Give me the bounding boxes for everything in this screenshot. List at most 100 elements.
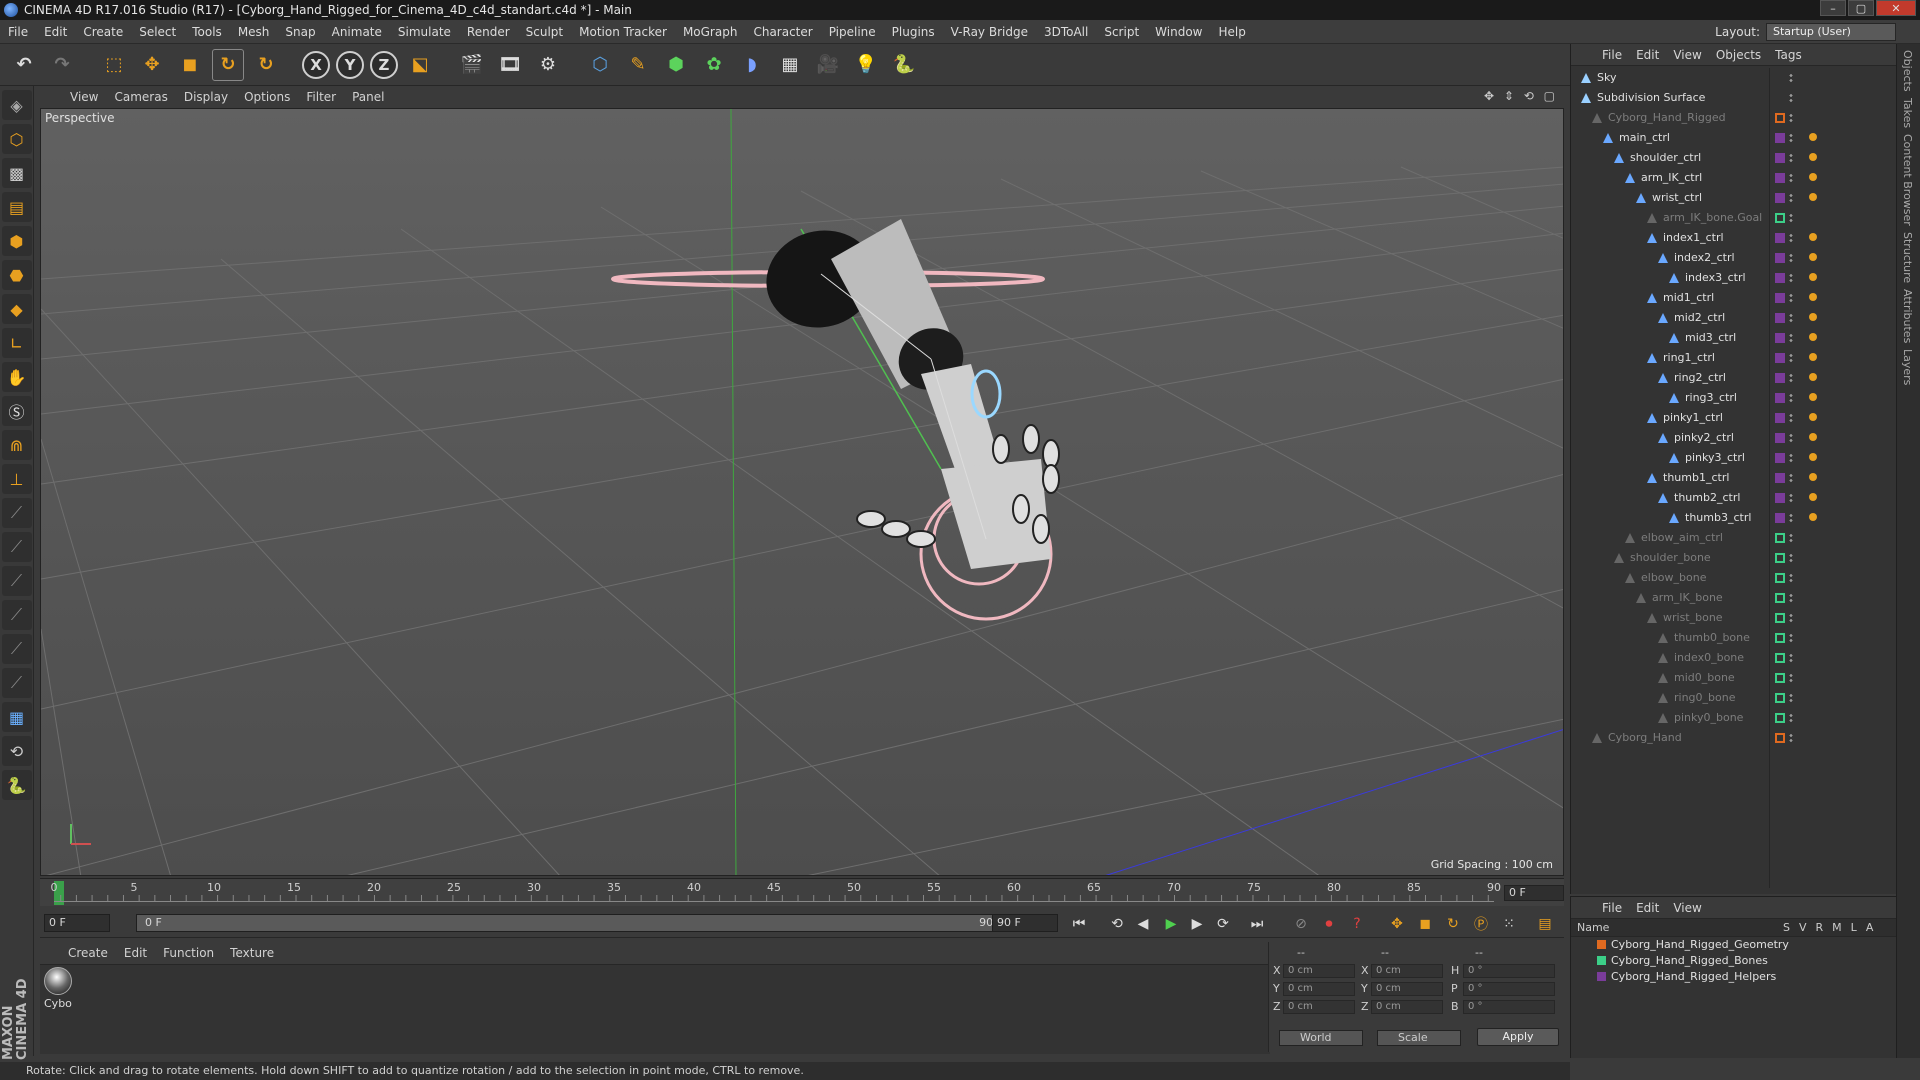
right-tab-objects[interactable]: Objects [1901,50,1914,92]
viewport-menu-cameras[interactable]: Cameras [106,90,175,104]
axis-mode-icon[interactable]: ∟ [1,328,32,358]
menu-create[interactable]: Create [75,25,131,39]
coordinate-space-select[interactable]: World [1279,1030,1363,1046]
menu-simulate[interactable]: Simulate [390,25,459,39]
constraint-tag-icon[interactable] [1809,413,1817,421]
layer-color-swatch[interactable] [1775,353,1785,363]
right-tab-attributes[interactable]: Attributes [1901,289,1914,343]
rotate-icon[interactable]: ↻ [212,48,244,81]
constraint-tag-icon[interactable] [1809,273,1817,281]
object-menu-tags[interactable]: Tags [1768,48,1809,62]
visibility-dots-icon[interactable] [1789,93,1793,103]
z-axis-lock-icon[interactable]: Z [370,50,398,79]
menu-snap[interactable]: Snap [277,25,323,39]
object-menu-objects[interactable]: Objects [1709,48,1768,62]
pen-spline-icon[interactable]: ✎ [622,49,654,81]
layer-color-swatch[interactable] [1775,153,1785,163]
viewport-navigation-icons[interactable]: ✥ ⇕ ⟲ ▢ [1484,89,1558,103]
layer-color-swatch[interactable] [1775,333,1785,343]
bone-tool-icon[interactable]: ⟋ [1,498,32,528]
object-tree-row[interactable]: mid2_ctrl [1571,308,1897,328]
menu-tools[interactable]: Tools [184,25,230,39]
layer-color-swatch[interactable] [1775,533,1785,543]
cube-icon[interactable]: ⬡ [584,49,616,81]
constraint-tag-icon[interactable] [1809,513,1817,521]
ik-chain-icon[interactable]: ⟋ [1,566,32,596]
layer-color-swatch[interactable] [1775,453,1785,463]
position-field[interactable]: 0 cm [1283,964,1355,978]
menu-mograph[interactable]: MoGraph [675,25,746,39]
visibility-dots-icon[interactable] [1789,373,1793,383]
material-preview[interactable] [44,967,72,995]
subdivision-icon[interactable]: ⬢ [660,49,692,81]
layer-color-swatch[interactable] [1775,573,1785,583]
object-tree-row[interactable]: Cyborg_Hand_Rigged [1571,108,1897,128]
end-frame-field[interactable]: 90 F [992,914,1058,932]
menu-sculpt[interactable]: Sculpt [518,25,571,39]
start-frame-field[interactable]: 0 F [44,914,110,932]
visibility-dots-icon[interactable] [1789,473,1793,483]
layer-menu-edit[interactable]: Edit [1629,901,1666,915]
layer-color-swatch[interactable] [1775,433,1785,443]
object-tree-row[interactable]: thumb0_bone [1571,628,1897,648]
visibility-dots-icon[interactable] [1789,333,1793,343]
object-tree-row[interactable]: mid3_ctrl [1571,328,1897,348]
redo-icon[interactable]: ↷ [46,49,78,81]
viewport-menu-panel[interactable]: Panel [344,90,392,104]
object-tree-row[interactable]: ring2_ctrl [1571,368,1897,388]
constraint-tag-icon[interactable] [1809,353,1817,361]
layer-color-swatch[interactable] [1775,213,1785,223]
position-field[interactable]: 0 cm [1283,1000,1355,1014]
object-tree-row[interactable]: Subdivision Surface [1571,88,1897,108]
object-menu-view[interactable]: View [1666,48,1708,62]
constraint-tag-icon[interactable] [1809,233,1817,241]
layer-color-swatch[interactable] [1775,633,1785,643]
layer-color-swatch[interactable] [1775,393,1785,403]
visibility-dots-icon[interactable] [1789,413,1793,423]
menu-help[interactable]: Help [1210,25,1253,39]
layer-color-swatch[interactable] [1775,513,1785,523]
layer-row[interactable]: Cyborg_Hand_Rigged_Geometry [1571,937,1896,953]
constraint-tag-icon[interactable] [1809,193,1817,201]
layer-color-swatch[interactable] [1775,133,1785,143]
object-tree-row[interactable]: wrist_bone [1571,608,1897,628]
visibility-dots-icon[interactable] [1789,313,1793,323]
object-tree-row[interactable]: pinky0_bone [1571,708,1897,728]
constraint-tag-icon[interactable] [1809,133,1817,141]
points-mode-icon[interactable]: ⬢ [1,226,32,256]
object-tree-row[interactable]: thumb2_ctrl [1571,488,1897,508]
constraint-tag-icon[interactable] [1809,253,1817,261]
constraint-tag-icon[interactable] [1809,173,1817,181]
layer-menu-file[interactable]: File [1595,901,1629,915]
close-button[interactable]: ✕ [1876,0,1916,16]
material-menu-edit[interactable]: Edit [116,946,155,960]
visibility-dots-icon[interactable] [1789,593,1793,603]
rotation-field[interactable]: 0 ° [1463,982,1555,996]
layer-row[interactable]: Cyborg_Hand_Rigged_Helpers [1571,969,1896,985]
visibility-dots-icon[interactable] [1789,353,1793,363]
perspective-viewport[interactable]: Perspective Grid Spacing : 100 cm [40,108,1564,876]
timeline-icon[interactable]: ▤ [1534,913,1556,935]
object-tree-row[interactable]: ring0_bone [1571,688,1897,708]
visibility-dots-icon[interactable] [1789,653,1793,663]
parameter-key-icon[interactable]: Ⓟ [1470,913,1492,935]
menu-motion-tracker[interactable]: Motion Tracker [571,25,675,39]
menu-3dtoall[interactable]: 3DToAll [1036,25,1096,39]
object-tree-row[interactable]: ring1_ctrl [1571,348,1897,368]
timeline-ruler[interactable]: 0 F 0 5 10 15 20 25 30 35 40 45 50 55 60 65 70 75 80 85 90 [40,878,1564,906]
object-tree-row[interactable]: pinky2_ctrl [1571,428,1897,448]
lock-grid-icon[interactable]: ▦ [1,702,32,732]
visibility-dots-icon[interactable] [1789,493,1793,503]
layout-select[interactable]: Startup (User) [1766,23,1896,41]
object-tree-row[interactable]: shoulder_ctrl [1571,148,1897,168]
visibility-dots-icon[interactable] [1789,253,1793,263]
menu-edit[interactable]: Edit [36,25,75,39]
visibility-dots-icon[interactable] [1789,233,1793,243]
bend-deformer-icon[interactable]: ◗ [736,49,768,81]
texture-mode-icon[interactable]: ▩ [1,158,32,188]
object-tree-row[interactable]: arm_IK_bone.Goal [1571,208,1897,228]
right-tab-takes[interactable]: Takes [1901,98,1914,128]
material-menu-create[interactable]: Create [60,946,116,960]
size-field[interactable]: 0 cm [1371,982,1443,996]
object-tree-row[interactable]: wrist_ctrl [1571,188,1897,208]
